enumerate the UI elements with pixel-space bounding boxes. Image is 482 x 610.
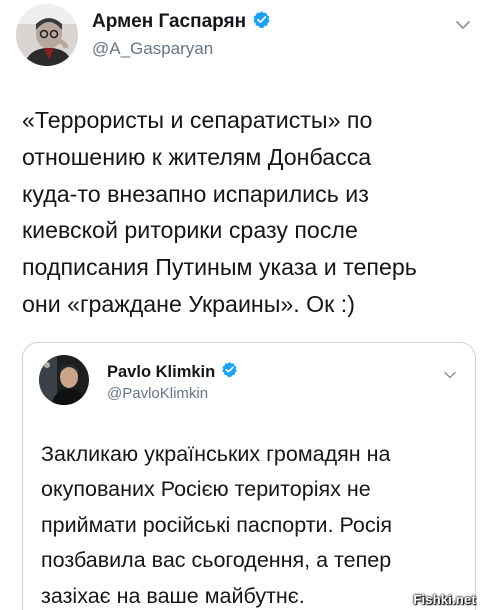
author-name[interactable]: Армен Гаспарян — [92, 11, 246, 33]
quoted-author-name[interactable]: Pavlo Klimkin — [107, 363, 215, 382]
verified-badge-icon — [252, 10, 271, 34]
quoted-author-name-row: Pavlo Klimkin — [107, 361, 238, 383]
watermark: Fishki.net — [413, 592, 476, 607]
author-name-row: Армен Гаспарян — [92, 10, 271, 34]
tweet-text: «Террористы и сепаратисты» по отношению … — [22, 107, 417, 317]
verified-badge-icon — [221, 361, 238, 383]
quoted-tweet-card[interactable]: Pavlo Klimkin @PavloKlimkin Закликаю укр… — [22, 342, 476, 610]
author-handle[interactable]: @A_Gasparyan — [92, 39, 213, 59]
quoted-author-avatar[interactable] — [39, 355, 89, 405]
quoted-tweet-text: Закликаю українських громадян на окупова… — [41, 442, 393, 608]
chevron-down-icon[interactable] — [443, 367, 457, 385]
quoted-author-handle[interactable]: @PavloKlimkin — [107, 385, 208, 402]
author-avatar[interactable] — [16, 4, 78, 66]
chevron-down-icon[interactable] — [455, 18, 471, 36]
